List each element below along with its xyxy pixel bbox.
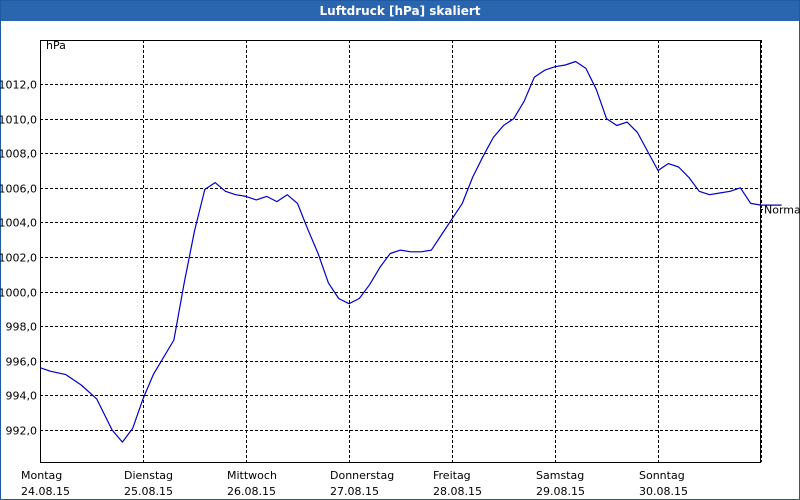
x-tick-date: 28.08.15 [433,485,482,498]
y-tick-label: 1012,0 [0,79,37,92]
y-tick-label: 994,0 [6,390,38,403]
y-tick-label: 998,0 [6,321,38,334]
pressure-series-line [39,60,782,443]
y-tick-labels: 992,0 994,0 996,0 998,0 1000,0 1002,0 1004,0 10… [0,79,37,438]
y-tick-label: 1006,0 [0,183,37,196]
y-tick-label: 1008,0 [0,148,37,161]
x-tick-day: Sonntag [639,469,685,482]
reference-label: Normal [764,204,800,217]
x-tick-day: Samstag [536,469,584,482]
x-tick-date: 26.08.15 [227,485,276,498]
x-tick-date: 24.08.15 [21,485,70,498]
x-tick-labels: Montag 24.08.15 Dienstag 25.08.15 Mittwoch 26… [21,469,688,498]
x-tick-day: Donnerstag [330,469,394,482]
series-layer [39,60,782,443]
pressure-chart: 992,0 994,0 996,0 998,0 1000,0 1002,0 1004,0 10… [0,39,800,498]
y-axis-label: hPa [46,39,66,52]
x-tick-day: Montag [21,469,62,482]
x-tick-date: 30.08.15 [639,485,688,498]
x-tick-day: Dienstag [124,469,173,482]
x-tick-date: 27.08.15 [330,485,379,498]
x-tick-day: Freitag [433,469,471,482]
x-tick-date: 25.08.15 [124,485,173,498]
grid [40,40,762,462]
y-tick-label: 1004,0 [0,217,37,230]
y-tick-label: 1002,0 [0,252,37,265]
axes [40,40,761,463]
y-tick-label: 996,0 [6,356,38,369]
y-tick-label: 1010,0 [0,114,37,127]
y-tick-label: 992,0 [6,425,38,438]
plot-border [40,40,761,463]
x-tick-day: Mittwoch [227,469,277,482]
y-tick-label: 1000,0 [0,287,37,300]
reference-marker: Normal [760,204,800,217]
x-tick-date: 29.08.15 [536,485,585,498]
